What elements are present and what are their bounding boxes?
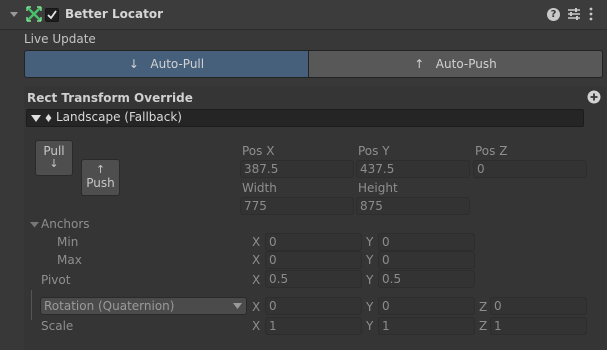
scale-label: Scale [41,319,74,333]
auto-push-toggle[interactable]: ↑ Auto-Push [308,50,603,78]
arrow-down-icon: ↓ [49,157,59,170]
scale-x-field[interactable]: 1 [265,317,362,335]
height-field[interactable]: 875 [356,197,470,215]
kebab-menu-icon[interactable] [588,7,594,21]
anchor-min-x-field[interactable]: 0 [265,233,362,251]
auto-pull-toggle[interactable]: ↓ Auto-Pull [24,50,309,78]
live-update-label: Live Update [24,32,96,46]
script-component-icon [25,5,43,23]
height-label: Height [358,181,398,195]
rotation-y-field[interactable]: 0 [378,297,475,315]
axis-y-label: Y [366,300,374,314]
plus-circle-icon[interactable] [587,90,601,104]
scale-z-field[interactable]: 1 [490,317,587,335]
width-label: Width [242,181,277,195]
axis-y-label: Y [366,319,374,333]
pos-y-field[interactable]: 437.5 [356,160,470,178]
auto-pull-label: Auto-Pull [150,57,205,71]
axis-z-label: Z [479,319,488,333]
divider [31,290,32,320]
anchor-min-label: Min [57,235,79,249]
axis-z-label: Z [479,300,488,314]
pos-z-label: Pos Z [475,144,508,158]
chevron-down-icon [233,302,242,310]
foldout-arrow-icon[interactable] [9,8,19,20]
axis-y-label: Y [366,235,374,249]
pivot-label: Pivot [41,273,71,287]
width-field[interactable]: 775 [240,197,354,215]
config-label: Landscape (Fallback) [56,110,182,124]
anchor-max-y-field[interactable]: 0 [378,251,475,269]
auto-push-label: Auto-Push [435,57,497,71]
axis-x-label: X [252,319,261,333]
anchors-label: Anchors [41,217,90,231]
rotation-mode-label: Rotation (Quaternion) [44,299,175,313]
arrow-up-icon: ↑ [95,163,106,176]
arrow-down-icon: ↓ [128,57,139,71]
enabled-checkbox[interactable] [45,8,59,22]
pos-y-label: Pos Y [358,144,390,158]
axis-x-label: X [252,235,261,249]
axis-y-label: Y [366,273,374,287]
arrow-up-icon: ↑ [414,57,425,71]
rotation-x-field[interactable]: 0 [265,297,362,315]
pos-x-label: Pos X [242,144,275,158]
foldout-arrow-icon[interactable] [31,112,41,124]
pull-label: Pull [43,144,65,158]
anchors-foldout-icon[interactable] [30,220,39,229]
axis-x-label: X [252,273,261,287]
rotation-z-field[interactable]: 0 [490,297,587,315]
axis-x-label: X [252,300,261,314]
pos-x-field[interactable]: 387.5 [240,160,354,178]
sliders-icon[interactable] [567,7,581,21]
anchor-min-y-field[interactable]: 0 [378,233,475,251]
pivot-y-field[interactable]: 0.5 [378,270,475,288]
override-title: Rect Transform Override [27,91,193,105]
scale-y-field[interactable]: 1 [378,317,475,335]
component-title: Better Locator [65,7,163,21]
help-icon[interactable]: ? [547,8,560,21]
anchor-max-label: Max [57,253,82,267]
pivot-x-field[interactable]: 0.5 [265,270,362,288]
diamond-icon [45,113,52,123]
pos-z-field[interactable]: 0 [473,160,587,178]
push-button[interactable]: ↑ Push [81,159,120,196]
pull-button[interactable]: Pull ↓ [35,140,73,176]
axis-y-label: Y [366,253,374,267]
push-label: Push [86,176,115,190]
axis-x-label: X [252,253,261,267]
anchor-max-x-field[interactable]: 0 [265,251,362,269]
